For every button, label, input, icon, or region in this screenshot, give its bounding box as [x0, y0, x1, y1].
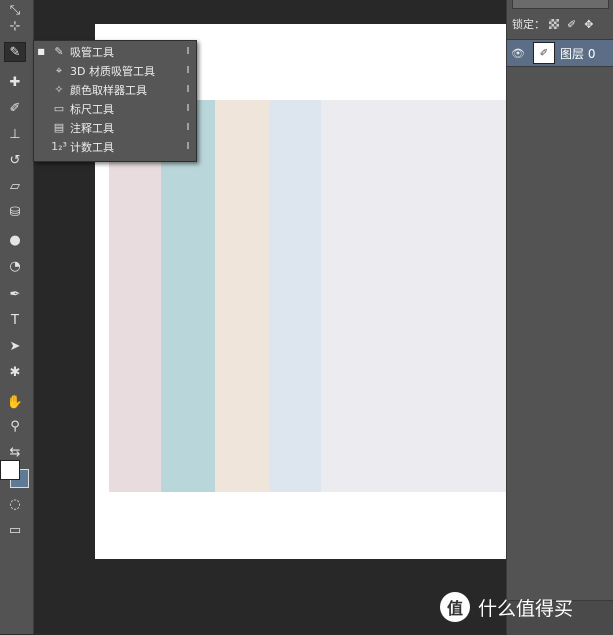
watermark-text: 什么值得买 [478, 597, 574, 620]
watermark-logo-icon: 值 [440, 592, 470, 622]
shortcut-key: I [186, 141, 190, 152]
foreground-color-swatch[interactable] [0, 460, 20, 480]
watermark: 值 什么值得买 [440, 590, 610, 624]
ruler-icon: ▭ [53, 102, 65, 115]
flyout-item-6[interactable]: 1₂³ 计数工具 I [34, 137, 196, 156]
flyout-item-5[interactable]: ▤ 注释工具 I [34, 118, 196, 137]
pen-tool-icon[interactable]: ✒ [4, 284, 26, 304]
lock-brush-icon[interactable]: ✐ [567, 18, 576, 31]
crop-tool-icon[interactable]: ⊹ [4, 16, 26, 36]
screen-mode-icon[interactable]: ▭ [4, 520, 26, 540]
default-colors-icon[interactable]: ⇆ [4, 442, 26, 462]
clone-stamp-tool-icon[interactable]: ⊥ [4, 124, 26, 144]
layer-row[interactable]: 👁 ✐ 图层 0 [507, 39, 613, 67]
type-tool-icon[interactable]: T [4, 310, 26, 330]
healing-brush-tool-icon[interactable]: ✚ [4, 72, 26, 92]
custom-shape-tool-icon[interactable]: ✱ [4, 362, 26, 382]
3d-material-eyedropper-icon: ⌖ [55, 63, 63, 77]
flyout-item-label: 标尺工具 [70, 102, 114, 116]
quick-mask-icon[interactable]: ◌ [4, 494, 26, 514]
eraser-tool-icon[interactable]: ▱ [4, 176, 26, 196]
shortcut-key: I [186, 46, 190, 57]
flyout-item-2[interactable]: ⌖ 3D 材质吸管工具 I [34, 61, 196, 80]
color-sampler-icon: ✧ [54, 83, 64, 96]
tools-panel: ⤡ ⊹ ✎ ✚ ✐ ⊥ ↺ ▱ ⛁ ● ◔ ✒ T ➤ ✱ ✋ ⚲ ⇆ ◌ ▭ [0, 0, 34, 634]
hand-tool-icon[interactable]: ✋ [4, 392, 26, 412]
blend-mode-select[interactable] [512, 0, 609, 9]
selected-bullet-icon: ■ [37, 47, 45, 56]
shortcut-key: I [186, 65, 190, 76]
history-brush-tool-icon[interactable]: ↺ [4, 150, 26, 170]
strip-cream [215, 100, 269, 492]
flyout-item-label: 颜色取样器工具 [70, 83, 147, 97]
eyedropper-tool-icon[interactable]: ✎ [4, 42, 26, 62]
paint-bucket-tool-icon[interactable]: ⛁ [4, 202, 26, 222]
brush-tool-icon[interactable]: ✐ [4, 98, 26, 118]
strip-blue [269, 100, 321, 492]
flyout-item-label: 3D 材质吸管工具 [70, 64, 155, 78]
shortcut-key: I [186, 103, 190, 114]
shortcut-key: I [186, 122, 190, 133]
eyedropper-tool-flyout: ■ ✎ 吸管工具 I ⌖ 3D 材质吸管工具 I ✧ 颜色取样器工具 I ▭ 标尺工具 I ▤ 注释工具 I 1… [33, 40, 197, 162]
lock-row: 锁定： ✐ ✥ [507, 13, 613, 35]
shortcut-key: I [186, 84, 190, 95]
blur-tool-icon[interactable]: ● [4, 230, 26, 250]
layers-panel: 锁定： ✐ ✥ 👁 ✐ 图层 0 [506, 0, 613, 635]
lock-transparent-icon[interactable] [549, 19, 559, 29]
path-selection-tool-icon[interactable]: ➤ [4, 336, 26, 356]
note-icon: ▤ [53, 121, 65, 134]
flyout-item-3[interactable]: ✧ 颜色取样器工具 I [34, 80, 196, 99]
count-icon: 1₂³ [51, 140, 67, 153]
flyout-item-1[interactable]: ■ ✎ 吸管工具 I [34, 42, 196, 61]
flyout-item-label: 注释工具 [70, 121, 114, 135]
zoom-tool-icon[interactable]: ⚲ [4, 416, 26, 436]
lock-label: 锁定： [512, 18, 545, 31]
flyout-item-4[interactable]: ▭ 标尺工具 I [34, 99, 196, 118]
flyout-item-label: 计数工具 [70, 140, 114, 154]
visibility-eye-icon[interactable]: 👁 [507, 47, 529, 60]
flyout-item-label: 吸管工具 [70, 45, 114, 59]
lock-move-icon[interactable]: ✥ [584, 18, 593, 31]
eyedropper-icon: ✎ [54, 45, 64, 58]
layer-thumbnail: ✐ [533, 42, 555, 64]
layer-name[interactable]: 图层 0 [560, 45, 595, 62]
dodge-tool-icon[interactable]: ◔ [4, 256, 26, 276]
